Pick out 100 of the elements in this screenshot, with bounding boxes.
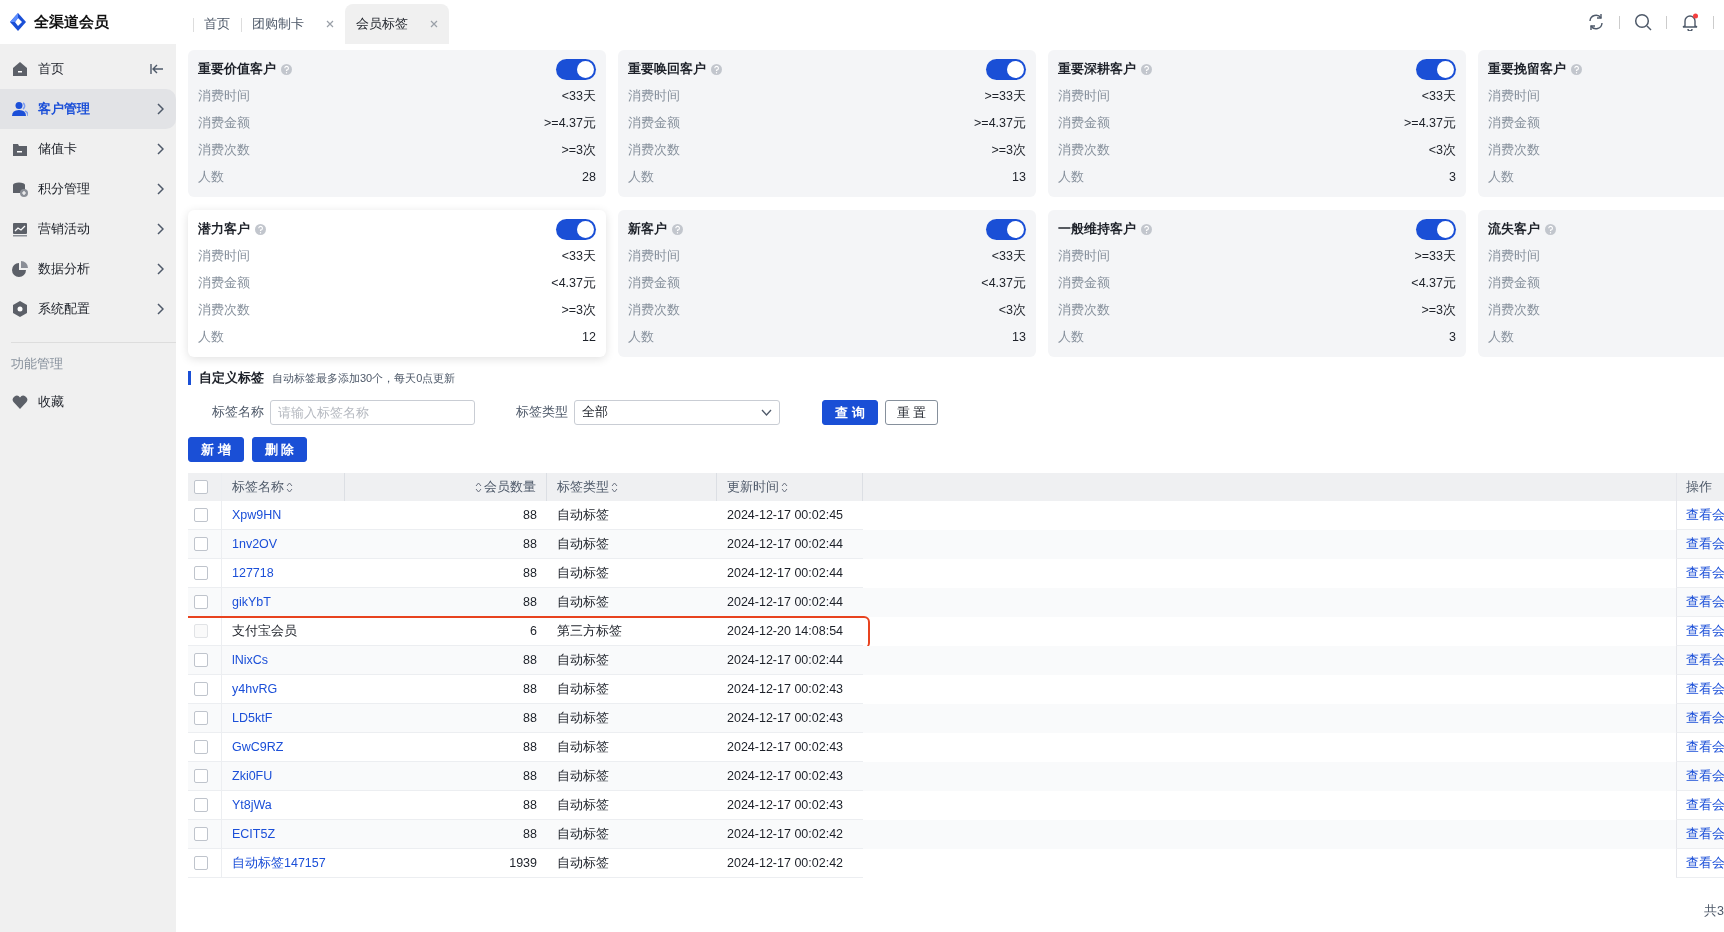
updated-time: 2024-12-17 00:02:43 <box>727 709 844 727</box>
toggle-switch[interactable] <box>986 218 1026 240</box>
metric-label: 人数 <box>628 169 654 187</box>
toggle-switch[interactable] <box>1416 58 1456 80</box>
row-checkbox[interactable] <box>194 595 208 609</box>
column-header[interactable]: 标签类型 <box>547 473 716 501</box>
help-icon <box>1141 63 1152 75</box>
metric-label: 消费次数 <box>1058 302 1110 320</box>
column-header[interactable]: 标签名称 <box>222 473 305 501</box>
segment-title: 一般维持客户 <box>1058 220 1136 238</box>
view-link[interactable]: 查看会 <box>1686 795 1724 815</box>
toggle-switch[interactable] <box>556 218 596 240</box>
tag-name-link[interactable]: Zki0FU <box>232 766 273 786</box>
column-header[interactable]: 操作 <box>1677 473 1724 501</box>
select-field[interactable]: 全部 <box>574 399 780 425</box>
column-header[interactable]: 更新时间 <box>717 473 862 501</box>
collapse-icon[interactable] <box>150 63 164 75</box>
row-checkbox[interactable] <box>194 508 208 522</box>
updated-time: 2024-12-17 00:02:44 <box>727 651 844 669</box>
tag-name-link[interactable]: ECIT5Z <box>232 824 276 844</box>
row-checkbox[interactable] <box>194 711 208 725</box>
tag-name: 支付宝会员 <box>232 622 297 640</box>
delete-button[interactable]: 删 除 <box>251 437 308 462</box>
tab[interactable]: 会员标签 <box>345 4 449 44</box>
tag-name-link[interactable]: y4hvRG <box>232 679 278 699</box>
tag-type: 自动标签 <box>557 680 609 698</box>
view-link[interactable]: 查看会 <box>1686 505 1724 525</box>
metric-label: 消费次数 <box>1488 142 1540 160</box>
tag-name-link[interactable]: lNixCs <box>232 650 269 670</box>
metric-value: <3次 <box>1428 142 1456 160</box>
toggle-switch[interactable] <box>556 58 596 80</box>
view-link[interactable]: 查看会 <box>1686 592 1724 612</box>
hexagon-icon <box>12 301 28 317</box>
row-checkbox[interactable] <box>194 537 208 551</box>
tag-name-link[interactable]: Yt8jWa <box>232 795 272 815</box>
metric-label: 人数 <box>198 169 224 187</box>
metric-label: 人数 <box>198 329 224 347</box>
chart-icon <box>12 221 28 237</box>
member-count: 88 <box>523 738 537 756</box>
updated-time: 2024-12-17 00:02:42 <box>727 854 844 872</box>
member-count: 88 <box>523 651 537 669</box>
bell-icon[interactable] <box>1681 13 1699 31</box>
help-icon <box>281 63 292 75</box>
row-checkbox[interactable] <box>194 653 208 667</box>
tag-name-link[interactable]: 自动标签147157 <box>232 853 326 873</box>
row-checkbox[interactable] <box>194 827 208 841</box>
tab[interactable]: 首页 <box>193 4 241 44</box>
search-icon[interactable] <box>1634 13 1652 31</box>
row-checkbox[interactable] <box>194 682 208 696</box>
toggle-switch[interactable] <box>986 58 1026 80</box>
sidebar-item[interactable]: 数据分析 <box>0 249 176 289</box>
tag-name-link[interactable]: LD5ktF <box>232 708 273 728</box>
view-link[interactable]: 查看会 <box>1686 766 1724 786</box>
query-button[interactable]: 查 询 <box>822 399 878 425</box>
row-checkbox[interactable] <box>194 856 208 870</box>
tag-name-link[interactable]: 127718 <box>232 563 274 583</box>
metric-value: <33天 <box>561 248 596 266</box>
sidebar-item[interactable]: 积分管理 <box>0 169 176 209</box>
tag-name-link[interactable]: Xpw9HN <box>232 505 282 525</box>
view-link[interactable]: 查看会 <box>1686 679 1724 699</box>
metric-value: 13 <box>1012 169 1026 187</box>
view-link[interactable]: 查看会 <box>1686 824 1724 844</box>
view-link[interactable]: 查看会 <box>1686 650 1724 670</box>
toggle-switch[interactable] <box>1416 218 1456 240</box>
view-link[interactable]: 查看会 <box>1686 853 1724 873</box>
tag-name-link[interactable]: gikYbT <box>232 592 271 612</box>
select-all-checkbox[interactable] <box>194 480 208 494</box>
tag-type: 自动标签 <box>557 709 609 727</box>
view-link[interactable]: 查看会 <box>1686 737 1724 757</box>
row-checkbox[interactable] <box>194 566 208 580</box>
updated-time: 2024-12-17 00:02:43 <box>727 738 844 756</box>
sidebar-item[interactable]: 收藏 <box>0 381 176 422</box>
close-icon[interactable] <box>326 20 334 28</box>
help-icon <box>255 223 266 235</box>
close-icon[interactable] <box>430 20 438 28</box>
reset-button[interactable]: 重 置 <box>884 399 939 425</box>
column-header[interactable]: 会员数量 <box>345 473 546 501</box>
tag-name-link[interactable]: 1nv2OV <box>232 534 278 554</box>
sidebar-item[interactable]: 储值卡 <box>0 129 176 169</box>
tag-type: 自动标签 <box>557 564 609 582</box>
sidebar-item[interactable]: 营销活动 <box>0 209 176 249</box>
sidebar-item[interactable]: 客户管理 <box>0 89 176 129</box>
refresh-icon[interactable] <box>1587 13 1605 31</box>
metric-value: 13 <box>1012 329 1026 347</box>
view-link[interactable]: 查看会 <box>1686 534 1724 554</box>
row-checkbox[interactable] <box>194 740 208 754</box>
add-button[interactable]: 新 增 <box>188 437 244 462</box>
metric-value: <3次 <box>998 302 1026 320</box>
row-checkbox[interactable] <box>194 798 208 812</box>
tab[interactable]: 团购制卡 <box>241 4 345 44</box>
help-icon <box>711 63 722 75</box>
row-checkbox[interactable] <box>194 769 208 783</box>
metric-label: 消费次数 <box>628 302 680 320</box>
view-link[interactable]: 查看会 <box>1686 563 1724 583</box>
view-link[interactable]: 查看会 <box>1686 708 1724 728</box>
sidebar-item[interactable]: 首页 <box>0 49 176 89</box>
input-field[interactable]: 请输入标签名称 <box>270 399 475 425</box>
tag-name-link[interactable]: GwC9RZ <box>232 737 284 757</box>
metric-value: <33天 <box>1421 88 1456 106</box>
sidebar-item[interactable]: 系统配置 <box>0 289 176 329</box>
